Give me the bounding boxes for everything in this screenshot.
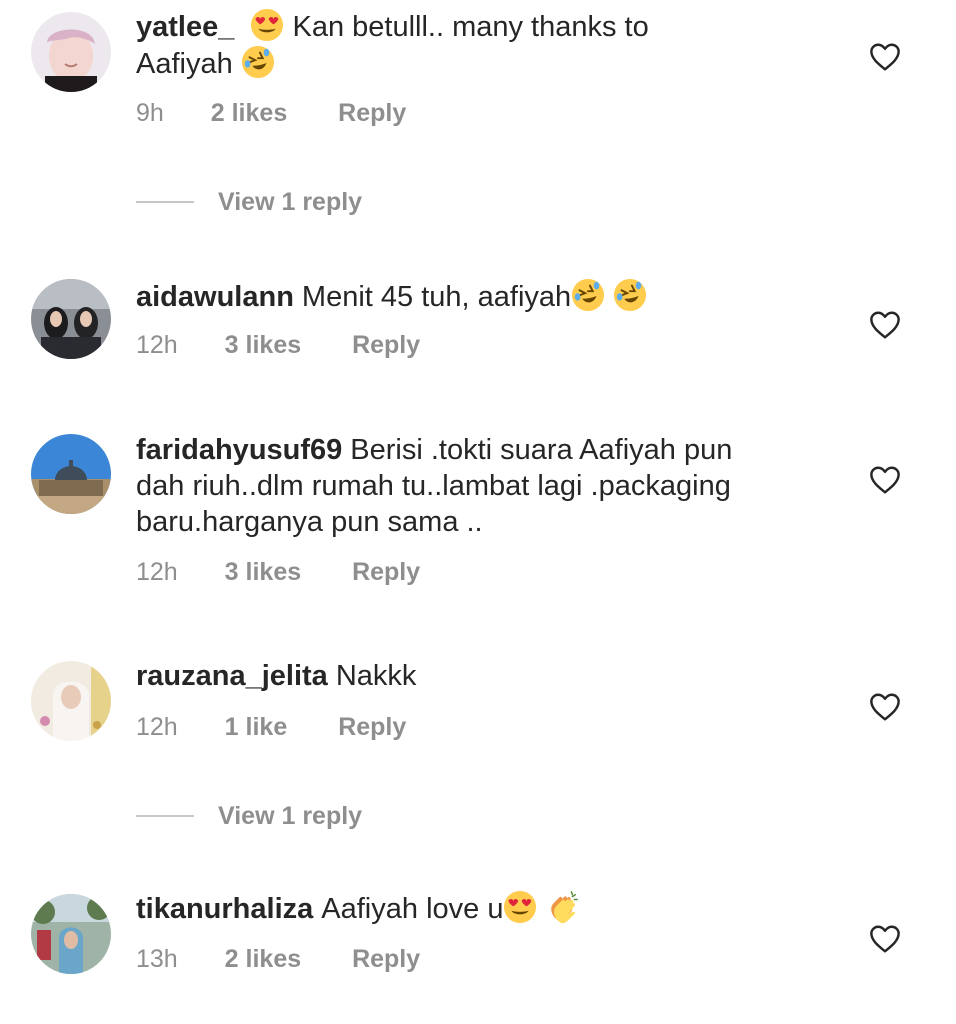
comment-text: yatlee_ Kan betulll.. many thanks to Aaf… [136, 8, 836, 82]
reply-button[interactable]: Reply [352, 944, 420, 974]
view-replies-label[interactable]: View 1 reply [218, 188, 362, 217]
comment-time: 9h [136, 99, 164, 127]
comment-body-line-3: baru.harganya pun sama .. [136, 506, 483, 538]
comment-text: faridahyusuf69 Berisi .tokti suara Aafiya… [136, 432, 836, 540]
heart-outline-icon[interactable] [868, 42, 902, 72]
comment-meta: 13h 2 likes Reply [136, 944, 420, 974]
comment-time: 13h [136, 945, 178, 973]
comment-text: aidawulann Menit 45 tuh, aafiyah [136, 278, 836, 315]
comment-username[interactable]: tikanurhaliza [136, 893, 313, 925]
avatar[interactable] [31, 661, 111, 741]
comment-username[interactable]: aidawulann [136, 281, 294, 313]
heart-outline-icon[interactable] [868, 692, 902, 722]
avatar[interactable] [31, 12, 111, 92]
comment-body: Menit 45 tuh, aafiyah [301, 281, 572, 313]
comment-likes[interactable]: 3 likes [225, 330, 301, 360]
comment-username[interactable]: faridahyusuf69 [136, 434, 342, 466]
heart-outline-icon[interactable] [868, 310, 902, 340]
comment-body: Nakkk [335, 660, 417, 692]
avatar[interactable] [31, 434, 111, 514]
avatar[interactable] [31, 279, 111, 359]
heart-eyes-emoji [503, 890, 537, 924]
comment-likes[interactable]: 1 like [225, 712, 288, 742]
replies-divider [136, 815, 194, 817]
view-replies-label[interactable]: View 1 reply [218, 802, 362, 831]
comment-meta: 9h 2 likes Reply [136, 98, 406, 128]
reply-button[interactable]: Reply [338, 98, 406, 128]
heart-outline-icon[interactable] [868, 924, 902, 954]
view-replies-button[interactable]: View 1 reply [136, 187, 362, 217]
comment-meta: 12h 1 like Reply [136, 712, 406, 742]
clapping-hands-emoji [546, 890, 580, 924]
comment-time: 12h [136, 331, 178, 359]
heart-outline-icon[interactable] [868, 465, 902, 495]
avatar[interactable] [31, 894, 111, 974]
heart-eyes-emoji [250, 8, 284, 42]
comment-time: 12h [136, 558, 178, 586]
comment-username[interactable]: rauzana_jelita [136, 660, 328, 692]
rolling-laughing-emoji [241, 45, 275, 79]
comment-meta: 12h 3 likes Reply [136, 557, 420, 587]
rolling-laughing-emoji [571, 278, 605, 312]
reply-button[interactable]: Reply [352, 557, 420, 587]
comment-username[interactable]: yatlee_ [136, 11, 234, 43]
comment-body-continued: Aafiyah [136, 48, 233, 80]
comment-text: rauzana_jelita Nakkk [136, 658, 836, 694]
replies-divider [136, 201, 194, 203]
comment-meta: 12h 3 likes Reply [136, 330, 420, 360]
comment-body: Kan betulll.. many thanks to [292, 11, 649, 43]
comment-likes[interactable]: 2 likes [211, 98, 287, 128]
view-replies-button[interactable]: View 1 reply [136, 801, 362, 831]
comment-body: Berisi .tokti suara Aafiyah pun [350, 434, 733, 466]
comment-likes[interactable]: 2 likes [225, 944, 301, 974]
comment-time: 12h [136, 713, 178, 741]
comment-text: tikanurhaliza Aafiyah love u [136, 890, 836, 927]
reply-button[interactable]: Reply [352, 330, 420, 360]
comment-likes[interactable]: 3 likes [225, 557, 301, 587]
reply-button[interactable]: Reply [338, 712, 406, 742]
rolling-laughing-emoji [613, 278, 647, 312]
comment-body: Aafiyah love u [321, 893, 504, 925]
comment-body-line-2: dah riuh..dlm rumah tu..lambat lagi .pac… [136, 470, 731, 502]
